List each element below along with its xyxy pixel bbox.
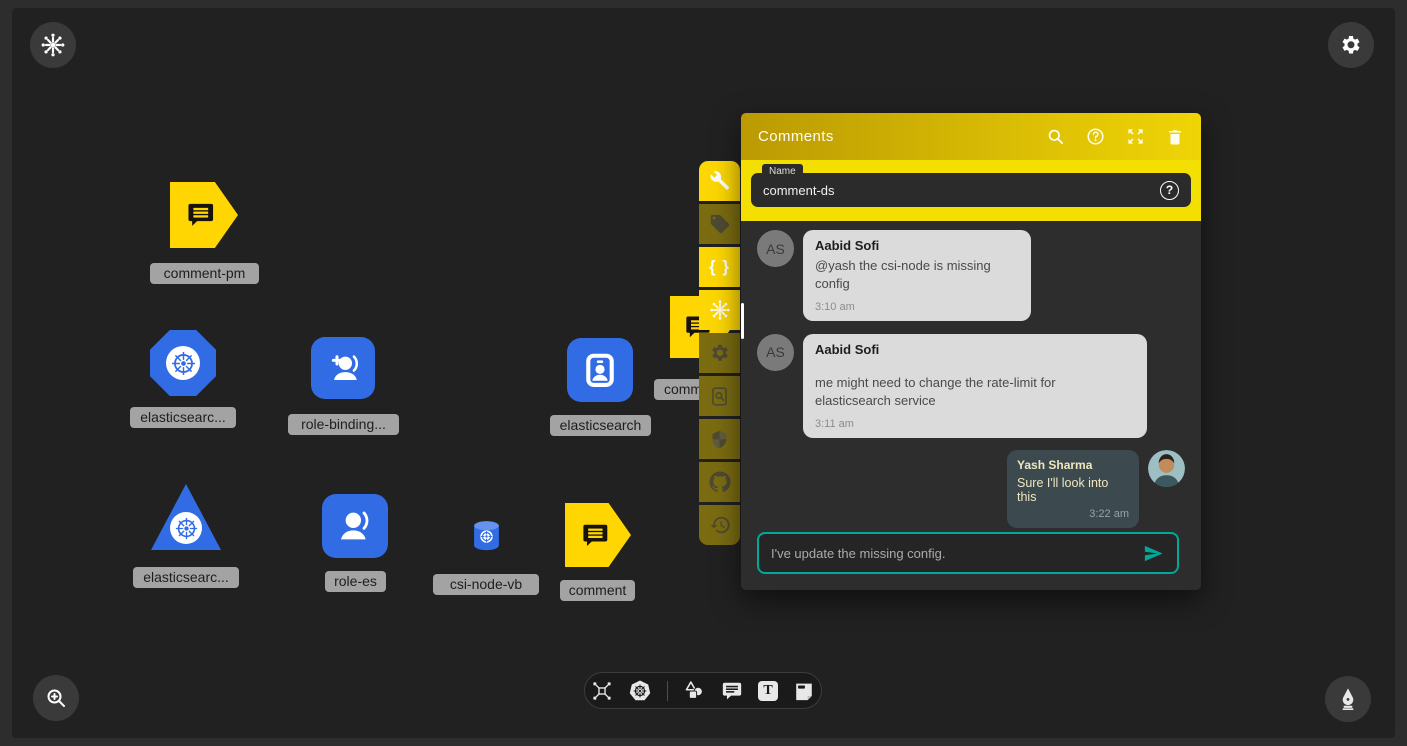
- message-text: @yash the csi-node is missing config: [815, 257, 1019, 294]
- settings-tool[interactable]: [699, 333, 740, 373]
- node-label: comment: [560, 580, 635, 601]
- node-label: role-binding...: [288, 414, 399, 435]
- expand-icon[interactable]: [1126, 127, 1145, 146]
- name-field-section: Name ?: [741, 160, 1201, 221]
- toolbar-divider: [667, 681, 668, 701]
- user-plus-icon: [324, 349, 362, 387]
- meshery-tool[interactable]: [699, 290, 740, 330]
- tag-tool[interactable]: [699, 204, 740, 244]
- shield-icon: [709, 429, 730, 450]
- app-logo-button[interactable]: [30, 22, 76, 68]
- comment-message: AS Aabid Sofi me might need to change th…: [757, 334, 1185, 438]
- shapes-icon[interactable]: [683, 679, 706, 702]
- pen-tool-button[interactable]: [1325, 676, 1371, 722]
- pen-nib-icon: [1335, 686, 1361, 712]
- message-time: 3:10 am: [815, 301, 1019, 313]
- configure-tool[interactable]: [699, 161, 740, 201]
- settings-button[interactable]: [1328, 22, 1374, 68]
- message-bubble: Aabid Sofi @yash the csi-node is missing…: [803, 230, 1031, 321]
- message-author: Aabid Sofi: [815, 342, 1135, 357]
- help-icon[interactable]: [1086, 127, 1105, 146]
- comments-panel: Comments Name: [741, 113, 1201, 590]
- name-field-label: Name: [762, 164, 803, 179]
- github-tool[interactable]: [699, 462, 740, 502]
- message-text: me might need to change the rate-limit f…: [815, 374, 1135, 411]
- text-tool-icon[interactable]: T: [758, 681, 778, 701]
- doc-search-icon: [709, 386, 730, 407]
- comment-bubble-icon: [581, 518, 616, 553]
- message-author: Aabid Sofi: [815, 238, 1019, 253]
- node-label: csi-node-vb: [433, 574, 539, 595]
- json-tool[interactable]: { }: [699, 247, 740, 287]
- kubernetes-icon[interactable]: [628, 679, 652, 703]
- delete-icon[interactable]: [1166, 128, 1184, 146]
- security-tool[interactable]: [699, 419, 740, 459]
- message-text: Sure I'll look into this: [1017, 476, 1129, 504]
- message-time: 3:11 am: [815, 418, 1135, 430]
- comment-bubble-icon: [186, 197, 222, 233]
- field-help-icon[interactable]: ?: [1160, 181, 1179, 200]
- message-time: 3:22 am: [1017, 508, 1129, 520]
- avatar: [1148, 450, 1185, 487]
- name-input[interactable]: [763, 183, 1160, 198]
- comment-input-box[interactable]: [757, 532, 1179, 574]
- tag-icon: [709, 213, 731, 235]
- comment-message: AS Aabid Sofi @yash the csi-node is miss…: [757, 230, 1185, 321]
- node-label: elasticsearc...: [130, 407, 236, 428]
- comment-input[interactable]: [771, 546, 1142, 561]
- comment-tool-icon[interactable]: [721, 680, 743, 702]
- node-csi-node[interactable]: [472, 520, 501, 551]
- node-label: role-es: [325, 571, 386, 592]
- zoom-button[interactable]: [33, 675, 79, 721]
- zoom-in-icon: [44, 686, 68, 710]
- message-bubble: Yash Sharma Sure I'll look into this 3:2…: [1007, 450, 1139, 528]
- message-author: Yash Sharma: [1017, 458, 1129, 472]
- search-icon[interactable]: [1046, 127, 1065, 146]
- note-tool-icon[interactable]: [793, 680, 815, 702]
- node-label: elasticsearch: [550, 415, 651, 436]
- comment-message: Yash Sharma Sure I'll look into this 3:2…: [757, 450, 1185, 528]
- comments-scrollbar[interactable]: [741, 303, 744, 339]
- name-field[interactable]: Name ?: [751, 173, 1191, 207]
- storage-cylinder-icon: [472, 520, 501, 551]
- github-icon: [709, 471, 731, 493]
- node-action-toolbar: { }: [699, 161, 740, 545]
- network-layout-icon[interactable]: [591, 680, 613, 702]
- braces-icon: { }: [709, 257, 730, 277]
- comments-panel-header[interactable]: Comments: [741, 113, 1201, 160]
- id-badge-icon: [581, 351, 619, 389]
- message-bubble: Aabid Sofi me might need to change the r…: [803, 334, 1147, 438]
- gear-icon: [709, 342, 731, 364]
- kubernetes-wheel-icon: [166, 346, 200, 380]
- avatar: AS: [757, 230, 794, 267]
- users-icon: [335, 506, 375, 546]
- canvas-tools-bar: T: [584, 672, 822, 709]
- history-icon: [709, 514, 731, 536]
- gear-icon: [1339, 33, 1363, 57]
- kubernetes-wheel-icon: [170, 512, 202, 544]
- avatar: AS: [757, 334, 794, 371]
- node-role-binding[interactable]: [311, 337, 375, 399]
- wrench-icon: [709, 170, 731, 192]
- panel-title: Comments: [758, 128, 1046, 145]
- history-tool[interactable]: [699, 505, 740, 545]
- comments-message-list[interactable]: AS Aabid Sofi @yash the csi-node is miss…: [741, 221, 1201, 528]
- snowflake-icon: [708, 298, 732, 322]
- node-label: comment-pm: [150, 263, 259, 284]
- inspect-tool[interactable]: [699, 376, 740, 416]
- node-elasticsearch-serviceaccount[interactable]: [567, 338, 633, 402]
- node-label: elasticsearc...: [133, 567, 239, 588]
- send-icon[interactable]: [1142, 542, 1165, 565]
- meshery-logo-icon: [40, 32, 66, 58]
- node-role-es[interactable]: [322, 494, 388, 558]
